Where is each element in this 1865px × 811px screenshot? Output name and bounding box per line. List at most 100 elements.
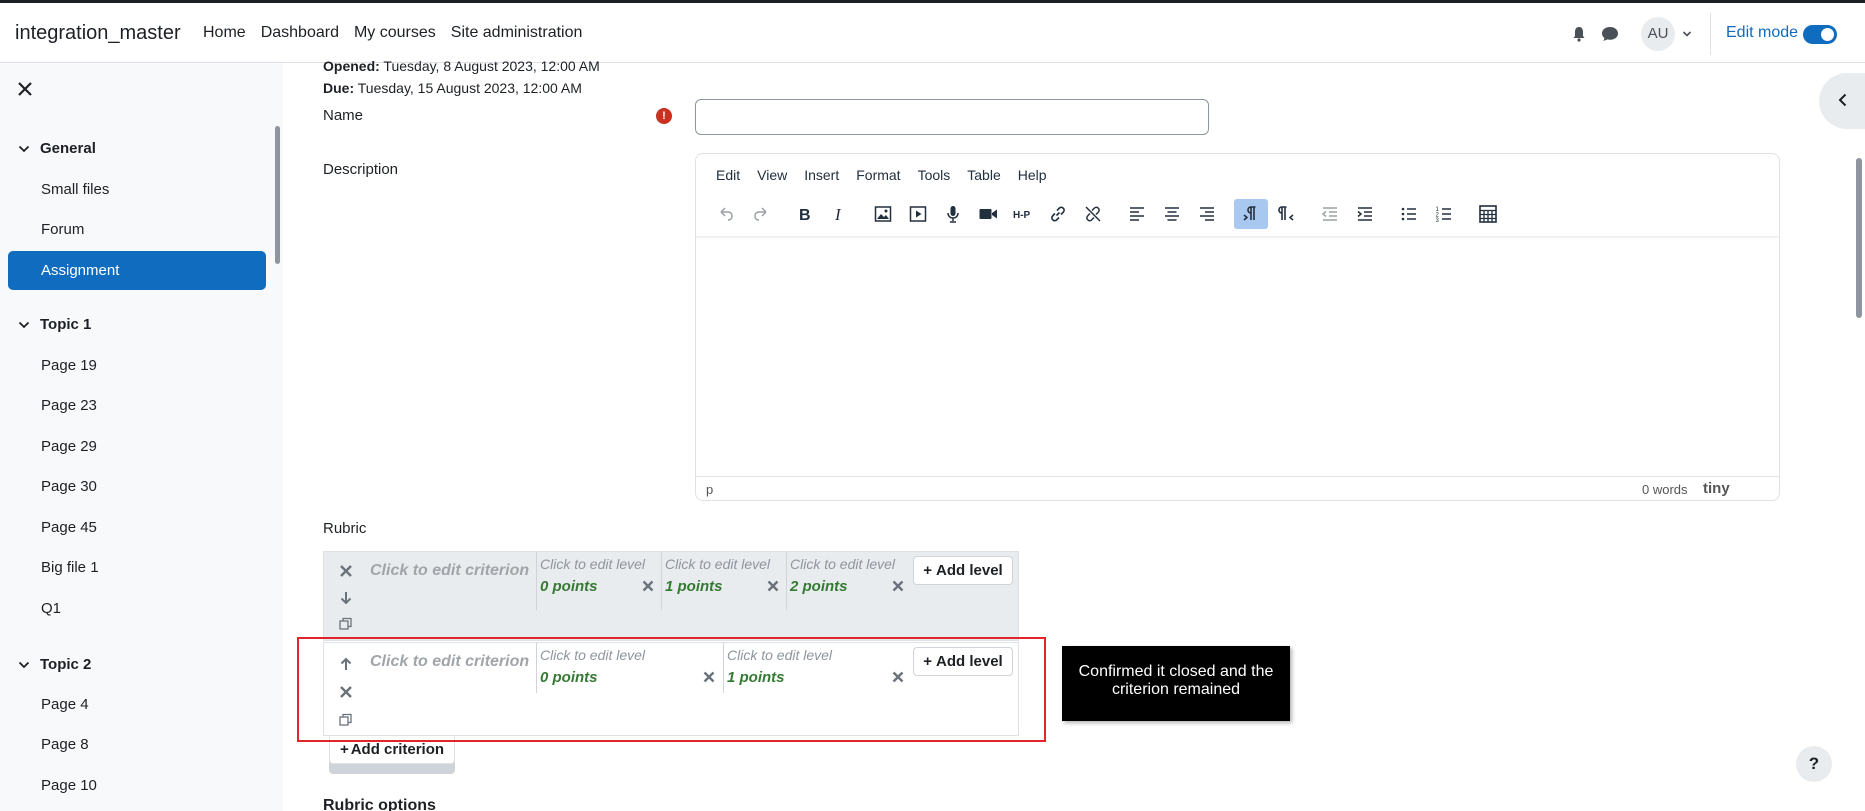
drawer-item-big-file-1[interactable]: Big file 1 <box>41 559 99 576</box>
criterion-description[interactable]: Click to edit criterion <box>370 562 529 580</box>
redo-button[interactable] <box>744 199 778 229</box>
drawer-item-assignment[interactable]: Assignment <box>8 251 266 290</box>
ltr-button[interactable] <box>1234 199 1268 229</box>
bold-icon: B <box>799 207 811 224</box>
chevron-left-icon <box>1838 93 1847 107</box>
element-path[interactable]: p <box>706 482 713 497</box>
delete-level-icon[interactable] <box>892 580 904 592</box>
level-cell[interactable]: Click to edit level 2 points <box>786 552 911 610</box>
chevron-down-icon[interactable] <box>1682 29 1692 39</box>
level-description[interactable]: Click to edit level <box>540 556 645 572</box>
drawer-item-page-8[interactable]: Page 8 <box>41 736 89 753</box>
rtl-button[interactable] <box>1269 199 1303 229</box>
menu-format[interactable]: Format <box>856 167 900 183</box>
duplicate-criterion-icon[interactable] <box>338 616 354 632</box>
menu-table[interactable]: Table <box>967 167 1000 183</box>
delete-level-icon[interactable] <box>642 580 654 592</box>
unlink-button[interactable] <box>1076 199 1110 229</box>
site-brand[interactable]: integration_master <box>15 22 181 45</box>
section-topic-2[interactable]: Topic 2 <box>18 656 91 673</box>
align-left-button[interactable] <box>1120 199 1154 229</box>
chevron-down-icon <box>18 661 30 668</box>
menu-edit[interactable]: Edit <box>716 167 740 183</box>
align-center-button[interactable] <box>1155 199 1189 229</box>
help-button[interactable]: ? <box>1796 746 1832 782</box>
section-topic-1[interactable]: Topic 1 <box>18 316 91 333</box>
tiny-logo[interactable]: tiny <box>1703 480 1730 497</box>
align-left-icon <box>1130 207 1144 221</box>
move-down-icon[interactable] <box>338 590 354 606</box>
nav-site-administration[interactable]: Site administration <box>451 24 583 42</box>
media-button[interactable] <box>901 199 935 229</box>
section-general[interactable]: General <box>18 140 96 157</box>
h5p-button[interactable]: H-P <box>1006 199 1040 229</box>
record-audio-button[interactable] <box>936 199 970 229</box>
edit-mode-label: Edit mode <box>1726 24 1799 41</box>
indent-button[interactable] <box>1348 199 1382 229</box>
level-description[interactable]: Click to edit level <box>665 556 770 572</box>
outdent-button[interactable] <box>1313 199 1347 229</box>
nav-my-courses[interactable]: My courses <box>354 24 436 42</box>
due-date: Due: Tuesday, 15 August 2023, 12:00 AM <box>323 80 582 96</box>
media-icon <box>909 206 927 222</box>
drawer-item-page-45[interactable]: Page 45 <box>41 519 97 536</box>
unlink-icon <box>1085 206 1101 222</box>
drawer-item-small-files[interactable]: Small files <box>41 181 109 198</box>
calculator-button[interactable] <box>1471 199 1505 229</box>
menu-insert[interactable]: Insert <box>804 167 839 183</box>
level-cell[interactable]: Click to edit level 0 points <box>536 552 661 610</box>
drawer-item-page-19[interactable]: Page 19 <box>41 357 97 374</box>
nav-dashboard[interactable]: Dashboard <box>261 24 339 42</box>
nav-home[interactable]: Home <box>203 24 246 42</box>
level-description[interactable]: Click to edit level <box>790 556 895 572</box>
course-index-drawer: General Small files Forum Assignment Top… <box>0 63 283 811</box>
bullet-list-button[interactable] <box>1392 199 1426 229</box>
menu-view[interactable]: View <box>757 167 787 183</box>
align-right-button[interactable] <box>1190 199 1224 229</box>
align-right-icon <box>1200 207 1214 221</box>
level-points[interactable]: 0 points <box>540 578 598 595</box>
description-label: Description <box>323 161 399 178</box>
bullet-list-icon <box>1401 207 1416 221</box>
highlight-box <box>297 637 1046 742</box>
undo-button[interactable] <box>709 199 743 229</box>
drawer-item-q1[interactable]: Q1 <box>41 600 61 617</box>
edit-mode-toggle[interactable] <box>1803 25 1837 44</box>
user-avatar[interactable]: AU <box>1641 17 1675 51</box>
description-editor[interactable]: Edit View Insert Format Tools Table Help… <box>695 153 1780 501</box>
add-level-button[interactable]: + Add level <box>913 556 1013 585</box>
bold-button[interactable]: B <box>787 199 821 229</box>
numbered-list-button[interactable]: 123 <box>1427 199 1461 229</box>
drawer-scrollbar[interactable] <box>275 126 280 264</box>
record-video-button[interactable] <box>971 199 1005 229</box>
close-icon[interactable] <box>17 81 33 97</box>
activity-dates: Opened: Tuesday, 8 August 2023, 12:00 AM… <box>323 55 600 99</box>
drawer-item-forum[interactable]: Forum <box>41 221 84 238</box>
menu-help[interactable]: Help <box>1018 167 1047 183</box>
microphone-icon <box>947 206 959 223</box>
level-cell[interactable]: Click to edit level 1 points <box>661 552 786 610</box>
outdent-icon <box>1321 207 1337 221</box>
editor-statusbar: p 0 words tiny <box>696 476 1779 500</box>
drawer-item-page-29[interactable]: Page 29 <box>41 438 97 455</box>
delete-criterion-icon[interactable] <box>338 563 354 579</box>
drawer-item-page-30[interactable]: Page 30 <box>41 478 97 495</box>
delete-level-icon[interactable] <box>767 580 779 592</box>
page-scrollbar[interactable] <box>1856 158 1862 318</box>
drawer-item-page-4[interactable]: Page 4 <box>41 696 89 713</box>
italic-button[interactable]: I <box>822 199 856 229</box>
image-button[interactable] <box>866 199 900 229</box>
section-title: General <box>40 140 96 157</box>
drawer-item-page-23[interactable]: Page 23 <box>41 397 97 414</box>
image-icon <box>874 206 892 222</box>
messages-chat-icon[interactable] <box>1601 26 1619 42</box>
menu-tools[interactable]: Tools <box>918 167 951 183</box>
rubric-options-heading: Rubric options <box>323 797 436 811</box>
level-points[interactable]: 2 points <box>790 578 848 595</box>
word-count[interactable]: 0 words <box>1642 482 1688 497</box>
drawer-item-page-10[interactable]: Page 10 <box>41 777 97 794</box>
level-points[interactable]: 1 points <box>665 578 723 595</box>
name-field[interactable] <box>695 99 1209 135</box>
link-button[interactable] <box>1041 199 1075 229</box>
notifications-bell-icon[interactable] <box>1571 26 1587 42</box>
